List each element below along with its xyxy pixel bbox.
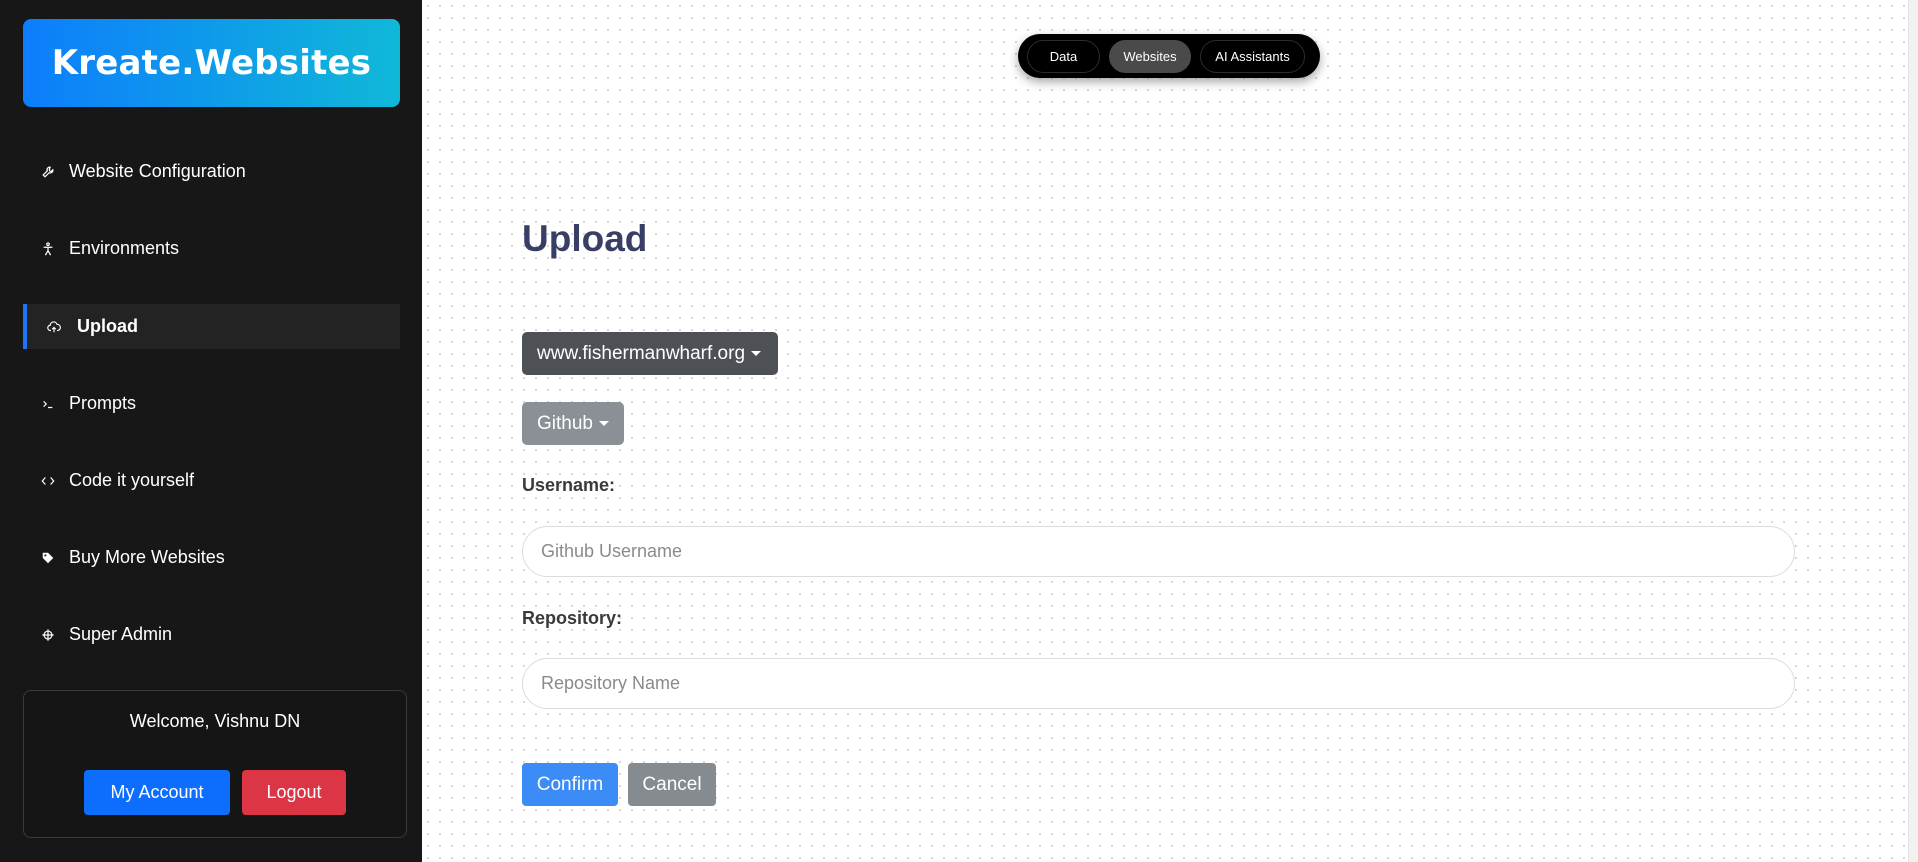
cancel-button[interactable]: Cancel	[628, 763, 716, 806]
sidebar-item-label: Super Admin	[69, 624, 173, 644]
sidebar-item-environments[interactable]: Environments	[23, 226, 400, 271]
logo[interactable]: Kreate.Websites	[23, 19, 400, 107]
confirm-button[interactable]: Confirm	[522, 763, 618, 806]
admin-icon	[39, 628, 57, 642]
page-title: Upload	[522, 218, 648, 259]
main-content: Data Websites AI Assistants Upload www.f…	[422, 0, 1918, 862]
code-icon	[39, 474, 57, 488]
provider-dropdown-value: Github	[537, 412, 593, 434]
logout-button[interactable]: Logout	[242, 770, 346, 815]
sidebar-item-super-admin[interactable]: Super Admin	[23, 612, 400, 657]
sidebar-item-label: Code it yourself	[69, 470, 195, 490]
username-input[interactable]	[522, 526, 1795, 577]
caret-down-icon	[598, 421, 609, 426]
sidebar-item-website-configuration[interactable]: Website Configuration	[23, 149, 400, 194]
tag-icon	[39, 551, 57, 565]
caret-down-icon	[751, 351, 762, 356]
sidebar-item-buy-more-websites[interactable]: Buy More Websites	[23, 535, 400, 580]
sidebar: Kreate.Websites Website Configuration En…	[0, 0, 422, 862]
sidebar-item-label: Buy More Websites	[69, 547, 225, 567]
terminal-icon	[39, 397, 57, 411]
tab-websites[interactable]: Websites	[1109, 39, 1191, 73]
sidebar-item-label: Prompts	[69, 393, 137, 413]
welcome-text: Welcome, Vishnu DN	[129, 711, 301, 731]
website-dropdown-value: www.fishermanwharf.org	[537, 342, 746, 364]
tab-ai-assistants[interactable]: AI Assistants	[1200, 39, 1305, 73]
sidebar-item-label: Upload	[77, 316, 138, 336]
sidebar-item-code-it-yourself[interactable]: Code it yourself	[23, 458, 400, 503]
sidebar-item-prompts[interactable]: Prompts	[23, 381, 400, 426]
sidebar-item-label: Website Configuration	[69, 161, 246, 181]
account-panel: Welcome, Vishnu DN My Account Logout	[23, 690, 407, 838]
website-dropdown[interactable]: www.fishermanwharf.org	[522, 332, 778, 375]
repository-input[interactable]	[522, 658, 1795, 709]
repository-label: Repository:	[522, 608, 623, 628]
my-account-button[interactable]: My Account	[84, 770, 230, 815]
provider-dropdown[interactable]: Github	[522, 402, 624, 445]
wrench-icon	[39, 165, 57, 179]
sidebar-item-upload[interactable]: Upload	[23, 304, 400, 349]
tab-data[interactable]: Data	[1027, 39, 1100, 73]
cloud-upload-icon	[45, 320, 63, 334]
scrollbar[interactable]	[1908, 0, 1918, 862]
person-icon	[39, 241, 57, 256]
top-navigation: Data Websites AI Assistants	[1018, 34, 1320, 78]
logo-text: Kreate.Websites	[51, 43, 372, 83]
username-label: Username:	[522, 475, 616, 495]
sidebar-item-label: Environments	[69, 238, 180, 258]
